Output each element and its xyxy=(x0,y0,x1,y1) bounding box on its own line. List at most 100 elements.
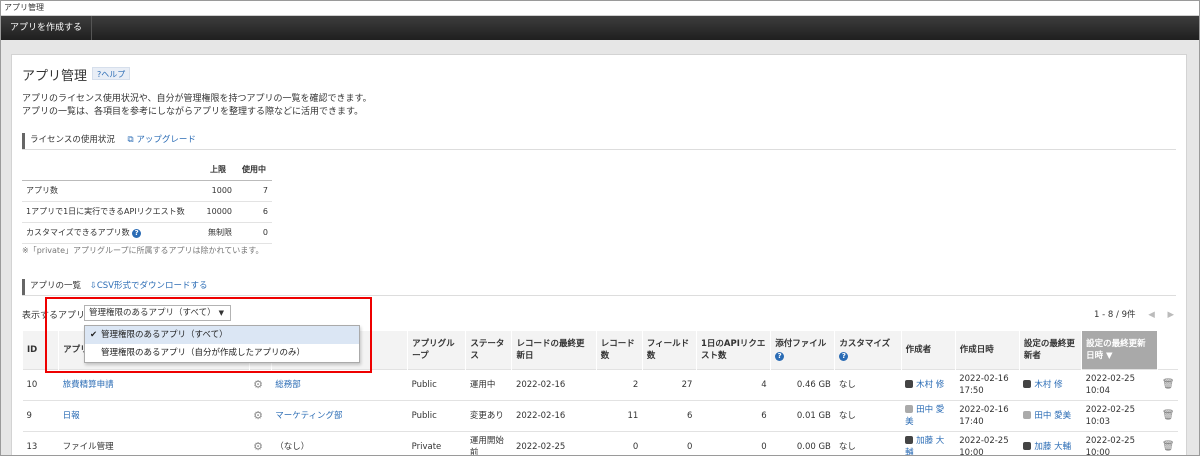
col-records[interactable]: レコード数 xyxy=(595,331,643,369)
updater-name: 田中 愛美 xyxy=(1034,410,1072,421)
created-at: 2022-02-25 10:00 xyxy=(955,430,1020,455)
gear-icon[interactable]: ⚙ xyxy=(249,430,272,455)
highlight-box xyxy=(45,297,372,373)
license-row-limit: 1000 xyxy=(200,180,236,202)
gear-icon[interactable]: ⚙ xyxy=(249,368,272,400)
col-group[interactable]: アプリグループ xyxy=(407,331,466,369)
toolbar: アプリを作成する xyxy=(1,16,1199,40)
col-setting-updated[interactable]: 設定の最終更新日時 ▼ xyxy=(1081,331,1158,369)
record-updated: 2022-02-16 xyxy=(511,399,597,431)
record-updated: 2022-02-25 xyxy=(511,430,597,455)
updater-link[interactable]: 木村 修 xyxy=(1019,368,1082,400)
license-section-title: ライセンスの使用状況 xyxy=(30,135,115,145)
trash-icon[interactable]: 🗑 xyxy=(1157,368,1178,400)
user-icon xyxy=(1023,379,1032,388)
trash-icon[interactable]: 🗑 xyxy=(1157,399,1178,431)
created-at: 2022-02-16 17:50 xyxy=(955,368,1020,400)
help-icon[interactable]: ? xyxy=(775,351,785,361)
record-count: 2 xyxy=(596,368,643,400)
license-row-label-text: カスタマイズできるアプリ数 xyxy=(26,228,130,237)
creator-link[interactable]: 加藤 大輔 xyxy=(901,430,956,455)
setting-updated: 2022-02-25 10:00 xyxy=(1081,430,1158,455)
app-name[interactable]: ファイル管理 xyxy=(58,430,250,455)
apps-section-title: アプリの一覧 xyxy=(30,281,82,291)
space-link[interactable]: 総務部 xyxy=(271,368,408,400)
upgrade-label: アップグレード xyxy=(136,135,196,145)
col-custom[interactable]: カスタマイズ? xyxy=(834,331,902,369)
license-row-label: カスタマイズできるアプリ数 ? xyxy=(22,222,200,244)
upgrade-icon: ⧉ xyxy=(127,135,134,145)
page-title: アプリ管理 xyxy=(22,69,88,84)
pager-count: 1 - 8 / 9件 xyxy=(1094,310,1136,320)
setting-updated: 2022-02-25 10:03 xyxy=(1081,399,1158,431)
app-name-link[interactable]: 日報 xyxy=(58,399,250,431)
help-icon[interactable]: ? xyxy=(839,351,849,361)
license-row-used: 0 xyxy=(236,222,272,244)
license-header-used: 使用中 xyxy=(236,159,272,181)
col-files-label: 添付ファイル xyxy=(775,338,827,349)
space-link[interactable]: マーケティング部 xyxy=(271,399,408,431)
field-count: 6 xyxy=(642,399,697,431)
file-size: 0.00 GB xyxy=(770,430,835,455)
trash-icon[interactable]: 🗑 xyxy=(1157,430,1178,455)
col-created[interactable]: 作成日時 xyxy=(954,331,1020,369)
space-name: （なし） xyxy=(271,430,408,455)
description-line-1: アプリのライセンス使用状況や、自分が管理権限を持つアプリの一覧を確認できます。 xyxy=(22,94,372,104)
record-count: 0 xyxy=(596,430,643,455)
help-link[interactable]: ?ヘルプ xyxy=(92,67,131,80)
api-count: 6 xyxy=(696,399,771,431)
upgrade-link[interactable]: ⧉ アップグレード xyxy=(128,135,196,145)
license-row-used: 7 xyxy=(236,180,272,202)
updater-name: 木村 修 xyxy=(1034,379,1063,390)
license-row: アプリ数 1000 7 xyxy=(22,180,272,202)
customize: なし xyxy=(834,368,902,400)
license-table: 上限 使用中 アプリ数 1000 7 1アプリで1日に実行できるAPIリクエスト… xyxy=(22,159,272,244)
app-group: Public xyxy=(407,368,466,400)
file-size: 0.46 GB xyxy=(770,368,835,400)
col-fields[interactable]: フィールド数 xyxy=(641,331,697,369)
app-name-link[interactable]: 旅費精算申請 xyxy=(58,368,250,400)
download-icon: ⇩ xyxy=(89,281,97,291)
app-group: Public xyxy=(407,399,466,431)
col-creator[interactable]: 作成者 xyxy=(900,331,956,369)
col-setting-updater[interactable]: 設定の最終更新者 xyxy=(1018,331,1082,369)
col-record-updated[interactable]: レコードの最終更新日 xyxy=(511,331,597,369)
prev-page-icon[interactable]: ◀ xyxy=(1148,310,1155,320)
license-row-label: アプリ数 xyxy=(22,180,200,202)
api-count: 0 xyxy=(696,430,771,455)
record-count: 11 xyxy=(596,399,643,431)
help-icon[interactable]: ? xyxy=(132,229,142,238)
record-updated: 2022-02-16 xyxy=(511,368,597,400)
customize: なし xyxy=(834,430,902,455)
user-icon xyxy=(1023,441,1032,450)
col-status[interactable]: ステータス xyxy=(465,331,512,369)
creator-link[interactable]: 田中 愛美 xyxy=(901,399,956,431)
updater-link[interactable]: 田中 愛美 xyxy=(1019,399,1082,431)
updater-name: 加藤 大輔 xyxy=(1034,441,1072,452)
app-id: 13 xyxy=(22,430,59,455)
setting-updated: 2022-02-25 10:04 xyxy=(1081,368,1158,400)
updater-link[interactable]: 加藤 大輔 xyxy=(1019,430,1082,455)
table-row: 9 日報 ⚙ マーケティング部 Public 変更あり 2022-02-16 1… xyxy=(22,399,1178,431)
api-count: 4 xyxy=(696,368,771,400)
gear-icon[interactable]: ⚙ xyxy=(249,399,272,431)
csv-download-link[interactable]: ⇩CSV形式でダウンロードする xyxy=(90,281,208,291)
next-page-icon[interactable]: ▶ xyxy=(1167,310,1174,320)
creator-link[interactable]: 木村 修 xyxy=(901,368,956,400)
license-row-limit: 無制限 xyxy=(200,222,236,244)
col-api[interactable]: 1日のAPIリクエスト数 xyxy=(695,331,771,369)
window-title: アプリ管理 xyxy=(1,1,1199,16)
main-panel: アプリ管理 ?ヘルプ アプリのライセンス使用状況や、自分が管理権限を持つアプリの… xyxy=(11,54,1187,455)
license-header-limit: 上限 xyxy=(200,159,236,181)
csv-download-label: CSV形式でダウンロードする xyxy=(96,281,208,291)
user-icon xyxy=(905,379,914,388)
create-app-button[interactable]: アプリを作成する xyxy=(1,16,93,40)
user-icon xyxy=(905,404,914,413)
field-count: 27 xyxy=(642,368,697,400)
col-files[interactable]: 添付ファイル? xyxy=(770,331,835,369)
app-window: アプリ管理 アプリを作成する アプリ管理 ?ヘルプ アプリのライセンス使用状況や… xyxy=(0,0,1200,456)
file-size: 0.01 GB xyxy=(770,399,835,431)
license-row: 1アプリで1日に実行できるAPIリクエスト数 10000 6 xyxy=(22,201,272,223)
created-at: 2022-02-16 17:40 xyxy=(955,399,1020,431)
app-id: 10 xyxy=(22,368,59,400)
